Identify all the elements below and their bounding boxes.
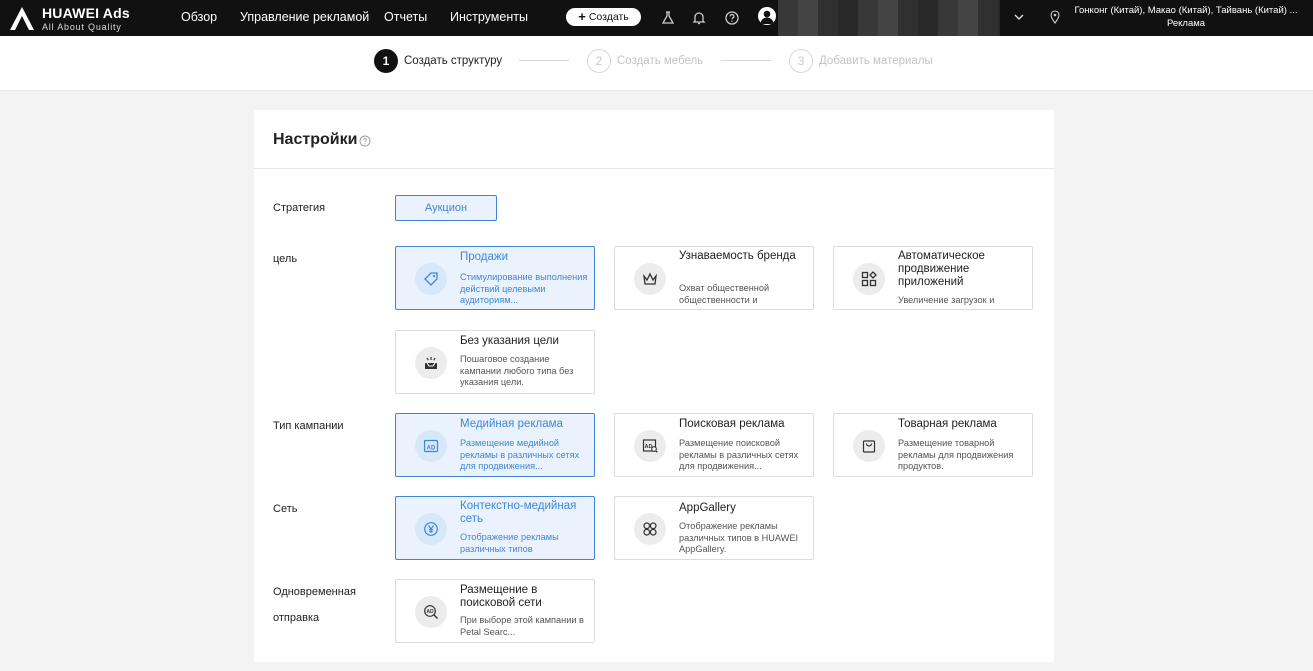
- step-number: 1: [374, 49, 398, 73]
- goal-card-brand-awareness[interactable]: Узнаваемость бренда Охват общественной о…: [614, 246, 814, 310]
- nav-ad-management[interactable]: Управление рекламой: [240, 10, 369, 24]
- step-connector: [519, 60, 569, 61]
- account-name-redacted[interactable]: [778, 0, 1000, 36]
- user-icon: [760, 10, 774, 24]
- shopping-bag-icon: [853, 430, 885, 462]
- campaign-type-card-product[interactable]: Товарная реклама Размещение товарной рек…: [833, 413, 1033, 477]
- auction-strategy-button[interactable]: Аукцион: [395, 195, 497, 221]
- card-title: Поисковая реклама: [679, 418, 785, 430]
- card-description: Отображение рекламы различных типов: [460, 532, 559, 554]
- ad-search-icon: AD: [634, 430, 666, 462]
- card-title: Автоматическое продвижение приложений: [898, 250, 985, 288]
- logo-subtitle: All About Quality: [42, 22, 122, 32]
- chevron-down-icon[interactable]: [1013, 10, 1025, 24]
- card-title: Продажи: [460, 251, 509, 263]
- strategy-label: Стратегия: [273, 202, 326, 214]
- huawei-ads-logo[interactable]: HUAWEI Ads All About Quality: [8, 4, 138, 32]
- region-selector[interactable]: Гонконг (Китай), Макао (Китай), Тайвань …: [1066, 4, 1306, 30]
- campaign-type-label: Тип кампании: [273, 420, 344, 432]
- svg-text:AD: AD: [426, 609, 434, 615]
- simultaneous-label: Одновременная отправка: [273, 579, 356, 631]
- simultaneous-label-line1: Одновременная: [273, 586, 356, 598]
- user-avatar[interactable]: [758, 7, 776, 25]
- card-description: Отображение рекламы различных типов в HU…: [679, 521, 799, 554]
- card-description: Охват общественной общественности и: [679, 283, 770, 305]
- ad-magnifier-icon: AD: [415, 596, 447, 628]
- plus-icon: +: [578, 9, 586, 24]
- nav-overview[interactable]: Обзор: [181, 10, 217, 24]
- step-label: Создать структуру: [404, 55, 503, 67]
- card-description: При выборе этой кампании в Petal Searc..…: [460, 615, 584, 637]
- logo-title: HUAWEI Ads: [42, 5, 130, 21]
- step-create-furniture: 2 Создать мебель: [587, 49, 703, 73]
- help-circle-icon[interactable]: [359, 135, 371, 147]
- card-title: Медийная реклама: [460, 418, 563, 430]
- step-add-materials: 3 Добавить материалы: [789, 49, 933, 73]
- location-pin-icon: [1050, 10, 1060, 24]
- campaign-type-card-search[interactable]: AD Поисковая реклама Размещение поисково…: [614, 413, 814, 477]
- network-card-display-network[interactable]: Контекстно-медийная сеть Отображение рек…: [395, 496, 595, 560]
- crown-icon: [634, 263, 666, 295]
- simultaneous-label-line2: отправка: [273, 612, 320, 624]
- card-description: Размещение товарной рекламы для продвиже…: [898, 438, 1014, 471]
- settings-panel: Настройки Стратегия Аукцион цель Продажи…: [254, 110, 1054, 662]
- goal-card-sales[interactable]: Продажи Стимулирование выполнения действ…: [395, 246, 595, 310]
- create-button[interactable]: + Создать: [566, 8, 641, 26]
- step-label: Создать мебель: [617, 55, 704, 67]
- svg-text:AD: AD: [427, 445, 436, 451]
- goal-card-app-promotion[interactable]: Автоматическое продвижение приложений Ув…: [833, 246, 1033, 310]
- network-card-appgallery[interactable]: AppGallery Отображение рекламы различных…: [614, 496, 814, 560]
- card-description: Размещение поисковой рекламы в различных…: [679, 438, 799, 471]
- nav-tools[interactable]: Инструменты: [450, 10, 528, 24]
- panel-title: Настройки: [273, 131, 358, 148]
- card-title: Размещение в поисковой сети: [460, 584, 542, 609]
- step-label: Добавить материалы: [819, 55, 933, 67]
- campaign-type-card-display[interactable]: AD Медийная реклама Размещение медийной …: [395, 413, 595, 477]
- flask-icon[interactable]: [660, 10, 676, 26]
- goal-label: цель: [273, 253, 298, 265]
- help-circle-icon[interactable]: [724, 10, 740, 26]
- wizard-steps: 1 Создать структуру 2 Создать мебель 3 Д…: [0, 36, 1313, 91]
- step-create-structure: 1 Создать структуру: [374, 49, 502, 73]
- goal-card-no-goal[interactable]: Без указания цели Пошаговое создание кам…: [395, 330, 595, 394]
- tag-icon: [415, 263, 447, 295]
- region-line: Гонконг (Китай), Макао (Китай), Тайвань …: [1074, 5, 1298, 16]
- panel-header: Настройки: [254, 110, 1054, 169]
- step-connector: [721, 60, 771, 61]
- inbox-icon: [415, 347, 447, 379]
- card-title: Узнаваемость бренда: [679, 250, 796, 262]
- ad-display-icon: AD: [415, 430, 447, 462]
- appgallery-icon: [634, 513, 666, 545]
- create-button-label: Создать: [588, 11, 629, 23]
- card-description: Размещение медийной рекламы в различных …: [460, 438, 580, 471]
- card-description: Увеличение загрузок и: [898, 295, 995, 305]
- card-title: Без указания цели: [460, 335, 559, 347]
- simultaneous-card-search-network[interactable]: AD Размещение в поисковой сети При выбор…: [395, 579, 595, 643]
- yen-coin-icon: [415, 513, 447, 545]
- network-label: Сеть: [273, 503, 298, 515]
- card-title: Товарная реклама: [898, 418, 997, 430]
- step-number: 2: [587, 49, 611, 73]
- step-number: 3: [789, 49, 813, 73]
- apps-icon: [853, 263, 885, 295]
- card-description: Стимулирование выполнения действий целев…: [460, 272, 588, 305]
- card-description: Пошаговое создание кампании любого типа …: [460, 354, 574, 387]
- card-title: AppGallery: [679, 502, 736, 514]
- region-role: Реклама: [1166, 18, 1206, 29]
- bell-icon[interactable]: [691, 10, 707, 26]
- top-navigation-bar: HUAWEI Ads All About Quality Обзор Управ…: [0, 0, 1313, 36]
- card-title: Контекстно-медийная сеть: [460, 500, 577, 525]
- nav-reports[interactable]: Отчеты: [384, 10, 427, 24]
- huawei-ads-logo-icon: [10, 7, 34, 30]
